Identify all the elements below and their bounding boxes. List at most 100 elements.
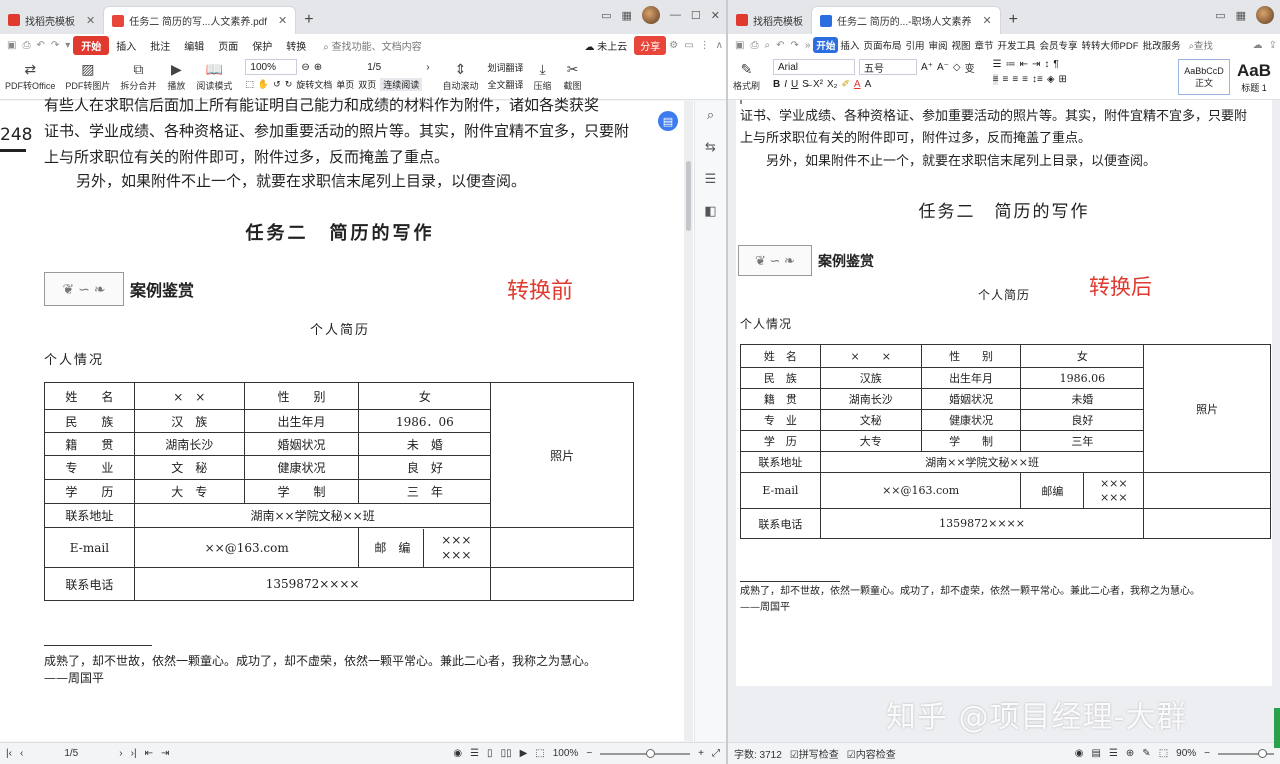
zoom-out-icon[interactable]: −: [586, 748, 592, 759]
split-merge-button[interactable]: ⧉ 拆分合并: [115, 59, 161, 92]
eye-icon[interactable]: ◉: [453, 748, 462, 759]
table-cell[interactable]: 邮编: [1020, 472, 1085, 509]
spell-check[interactable]: ☑拼写检查: [790, 746, 839, 761]
message-icon[interactable]: ▭: [681, 40, 696, 51]
tab-template[interactable]: 找稻壳模板: [728, 6, 811, 34]
search-icon[interactable]: ⌕: [707, 107, 714, 123]
save-icon[interactable]: ▣: [4, 40, 19, 51]
char-border-icon[interactable]: A: [865, 79, 872, 90]
search-input[interactable]: ⌕ 查找功能、文档内容: [313, 38, 431, 53]
play-icon[interactable]: ▶: [520, 748, 528, 759]
cloud-status[interactable]: ☁ 未上云: [577, 38, 634, 53]
rotate-right-icon[interactable]: ↻: [285, 79, 293, 90]
more-icon[interactable]: ▾: [62, 40, 73, 51]
bold-icon[interactable]: B: [773, 79, 780, 90]
zoom-slider-handle[interactable]: [646, 748, 656, 758]
more-icon[interactable]: »: [802, 40, 814, 51]
print-icon[interactable]: ⎙: [19, 40, 33, 51]
minimize-icon[interactable]: —: [670, 9, 681, 21]
word-translate-button[interactable]: 划词翻译: [488, 61, 524, 74]
preview-icon[interactable]: ⌕: [761, 40, 773, 51]
save-icon[interactable]: ▣: [732, 40, 747, 51]
superscript-icon[interactable]: X²: [813, 79, 823, 90]
show-marks-icon[interactable]: ¶: [1053, 59, 1058, 70]
outline-icon[interactable]: ☰: [1109, 748, 1118, 759]
page-indicator[interactable]: 1/5: [326, 59, 423, 75]
share-icon[interactable]: ⇪: [1266, 40, 1280, 51]
highlight-icon[interactable]: ✐: [842, 79, 850, 90]
table-cell[interactable]: 婚姻状况: [920, 388, 1022, 410]
pdf-to-office-button[interactable]: ⇄ PDF转Office: [0, 59, 60, 92]
indent-icon[interactable]: ⇥: [1032, 59, 1040, 70]
share-button[interactable]: 分享: [634, 35, 667, 55]
undo-icon[interactable]: ↶: [773, 40, 787, 51]
screenshot-button[interactable]: ✂ 截图: [558, 59, 588, 92]
maximize-icon[interactable]: ☐: [691, 9, 701, 22]
close-icon[interactable]: ✕: [86, 14, 95, 27]
zoom-slider[interactable]: [1218, 748, 1274, 758]
style-heading-1[interactable]: AaB 标题 1: [1232, 59, 1276, 95]
compress-button[interactable]: ⤓ 压缩: [528, 59, 558, 92]
layout-icon[interactable]: ▭: [1215, 9, 1225, 22]
zoom-in-icon[interactable]: ⊕: [314, 62, 322, 73]
menu-convert[interactable]: 转换: [279, 38, 313, 53]
page-field[interactable]: 1/5: [31, 746, 111, 762]
full-translate-button[interactable]: 全文翻译: [488, 78, 524, 91]
rotate-left-icon[interactable]: ↺: [273, 79, 281, 90]
continuous-read-button[interactable]: 连续阅读: [380, 78, 423, 91]
fullscreen-icon[interactable]: ⤢: [712, 748, 720, 759]
fit-icon[interactable]: ⬚: [1159, 748, 1168, 759]
content-check[interactable]: ☑内容检查: [847, 746, 896, 761]
last-page-icon[interactable]: ›|: [131, 748, 137, 759]
bookmark-icon[interactable]: ◧: [704, 203, 716, 219]
vertical-scrollbar[interactable]: [684, 101, 693, 741]
table-cell[interactable]: E-mail: [740, 472, 821, 509]
table-cell[interactable]: 汉族: [819, 367, 922, 389]
select-icon[interactable]: ⬚: [245, 79, 254, 90]
layout-icon[interactable]: ☰: [470, 748, 479, 759]
zoom-slider[interactable]: [600, 748, 691, 758]
table-cell[interactable]: 1359872××××: [819, 508, 1145, 539]
shrink-font-icon[interactable]: A⁻: [937, 62, 949, 73]
prev-page-icon[interactable]: ‹: [20, 748, 23, 759]
zoom-slider-handle[interactable]: [1258, 748, 1267, 758]
grid-icon[interactable]: ▦: [1236, 9, 1246, 22]
clear-format-icon[interactable]: ◇: [953, 62, 961, 73]
menu-references[interactable]: 引用: [903, 38, 926, 52]
avatar[interactable]: [1256, 6, 1274, 24]
table-cell[interactable]: ××@163.com: [819, 472, 1022, 509]
table-cell[interactable]: 姓 名: [740, 344, 821, 368]
table-cell[interactable]: 文秘: [819, 409, 922, 431]
justify-icon[interactable]: ≡: [1022, 74, 1028, 85]
redo-icon[interactable]: ↷: [48, 40, 62, 51]
auto-scroll-button[interactable]: ⇕ 自动滚动: [438, 59, 484, 92]
eye-icon[interactable]: ◉: [1075, 748, 1084, 759]
grow-font-icon[interactable]: A⁺: [921, 62, 933, 73]
single-page-button[interactable]: 单页: [336, 78, 354, 91]
strike-icon[interactable]: S̶: [802, 79, 809, 90]
zoom-out-icon[interactable]: ⊖: [301, 62, 309, 73]
menu-insert[interactable]: 插入: [109, 38, 143, 53]
next-page-icon[interactable]: ›: [426, 62, 429, 73]
table-cell[interactable]: 学 制: [920, 430, 1022, 452]
scrollbar-thumb[interactable]: [686, 161, 691, 231]
tab-template[interactable]: 找稻壳模板 ✕: [0, 6, 103, 34]
table-cell[interactable]: 籍 贯: [740, 388, 821, 410]
size-select[interactable]: 五号: [859, 59, 918, 75]
word-page[interactable]: 证书、学业成绩、各种资格证、参加重要活动的照片等。其实，附件宜精不宜多，只要附 …: [736, 100, 1272, 686]
next-page-icon[interactable]: ›: [119, 748, 122, 759]
table-cell[interactable]: 联系地址: [740, 451, 821, 473]
menu-start[interactable]: 开始: [73, 35, 110, 55]
collapse-icon[interactable]: ∧: [713, 40, 726, 51]
menu-protect[interactable]: 保护: [245, 38, 279, 53]
align-left-icon[interactable]: ≡: [992, 74, 999, 85]
menu-review[interactable]: 审阅: [926, 38, 949, 52]
redo-icon[interactable]: ↷: [787, 40, 801, 51]
table-cell[interactable]: 湖南××学院文秘××班: [819, 451, 1145, 473]
line-spacing-icon[interactable]: ↕≡: [1032, 74, 1043, 85]
avatar[interactable]: [641, 6, 660, 24]
grid-icon[interactable]: ▦: [622, 9, 632, 22]
zoom-label[interactable]: 90%: [1176, 748, 1196, 759]
hand-icon[interactable]: ✋: [258, 79, 269, 90]
subscript-icon[interactable]: X₂: [827, 79, 838, 90]
